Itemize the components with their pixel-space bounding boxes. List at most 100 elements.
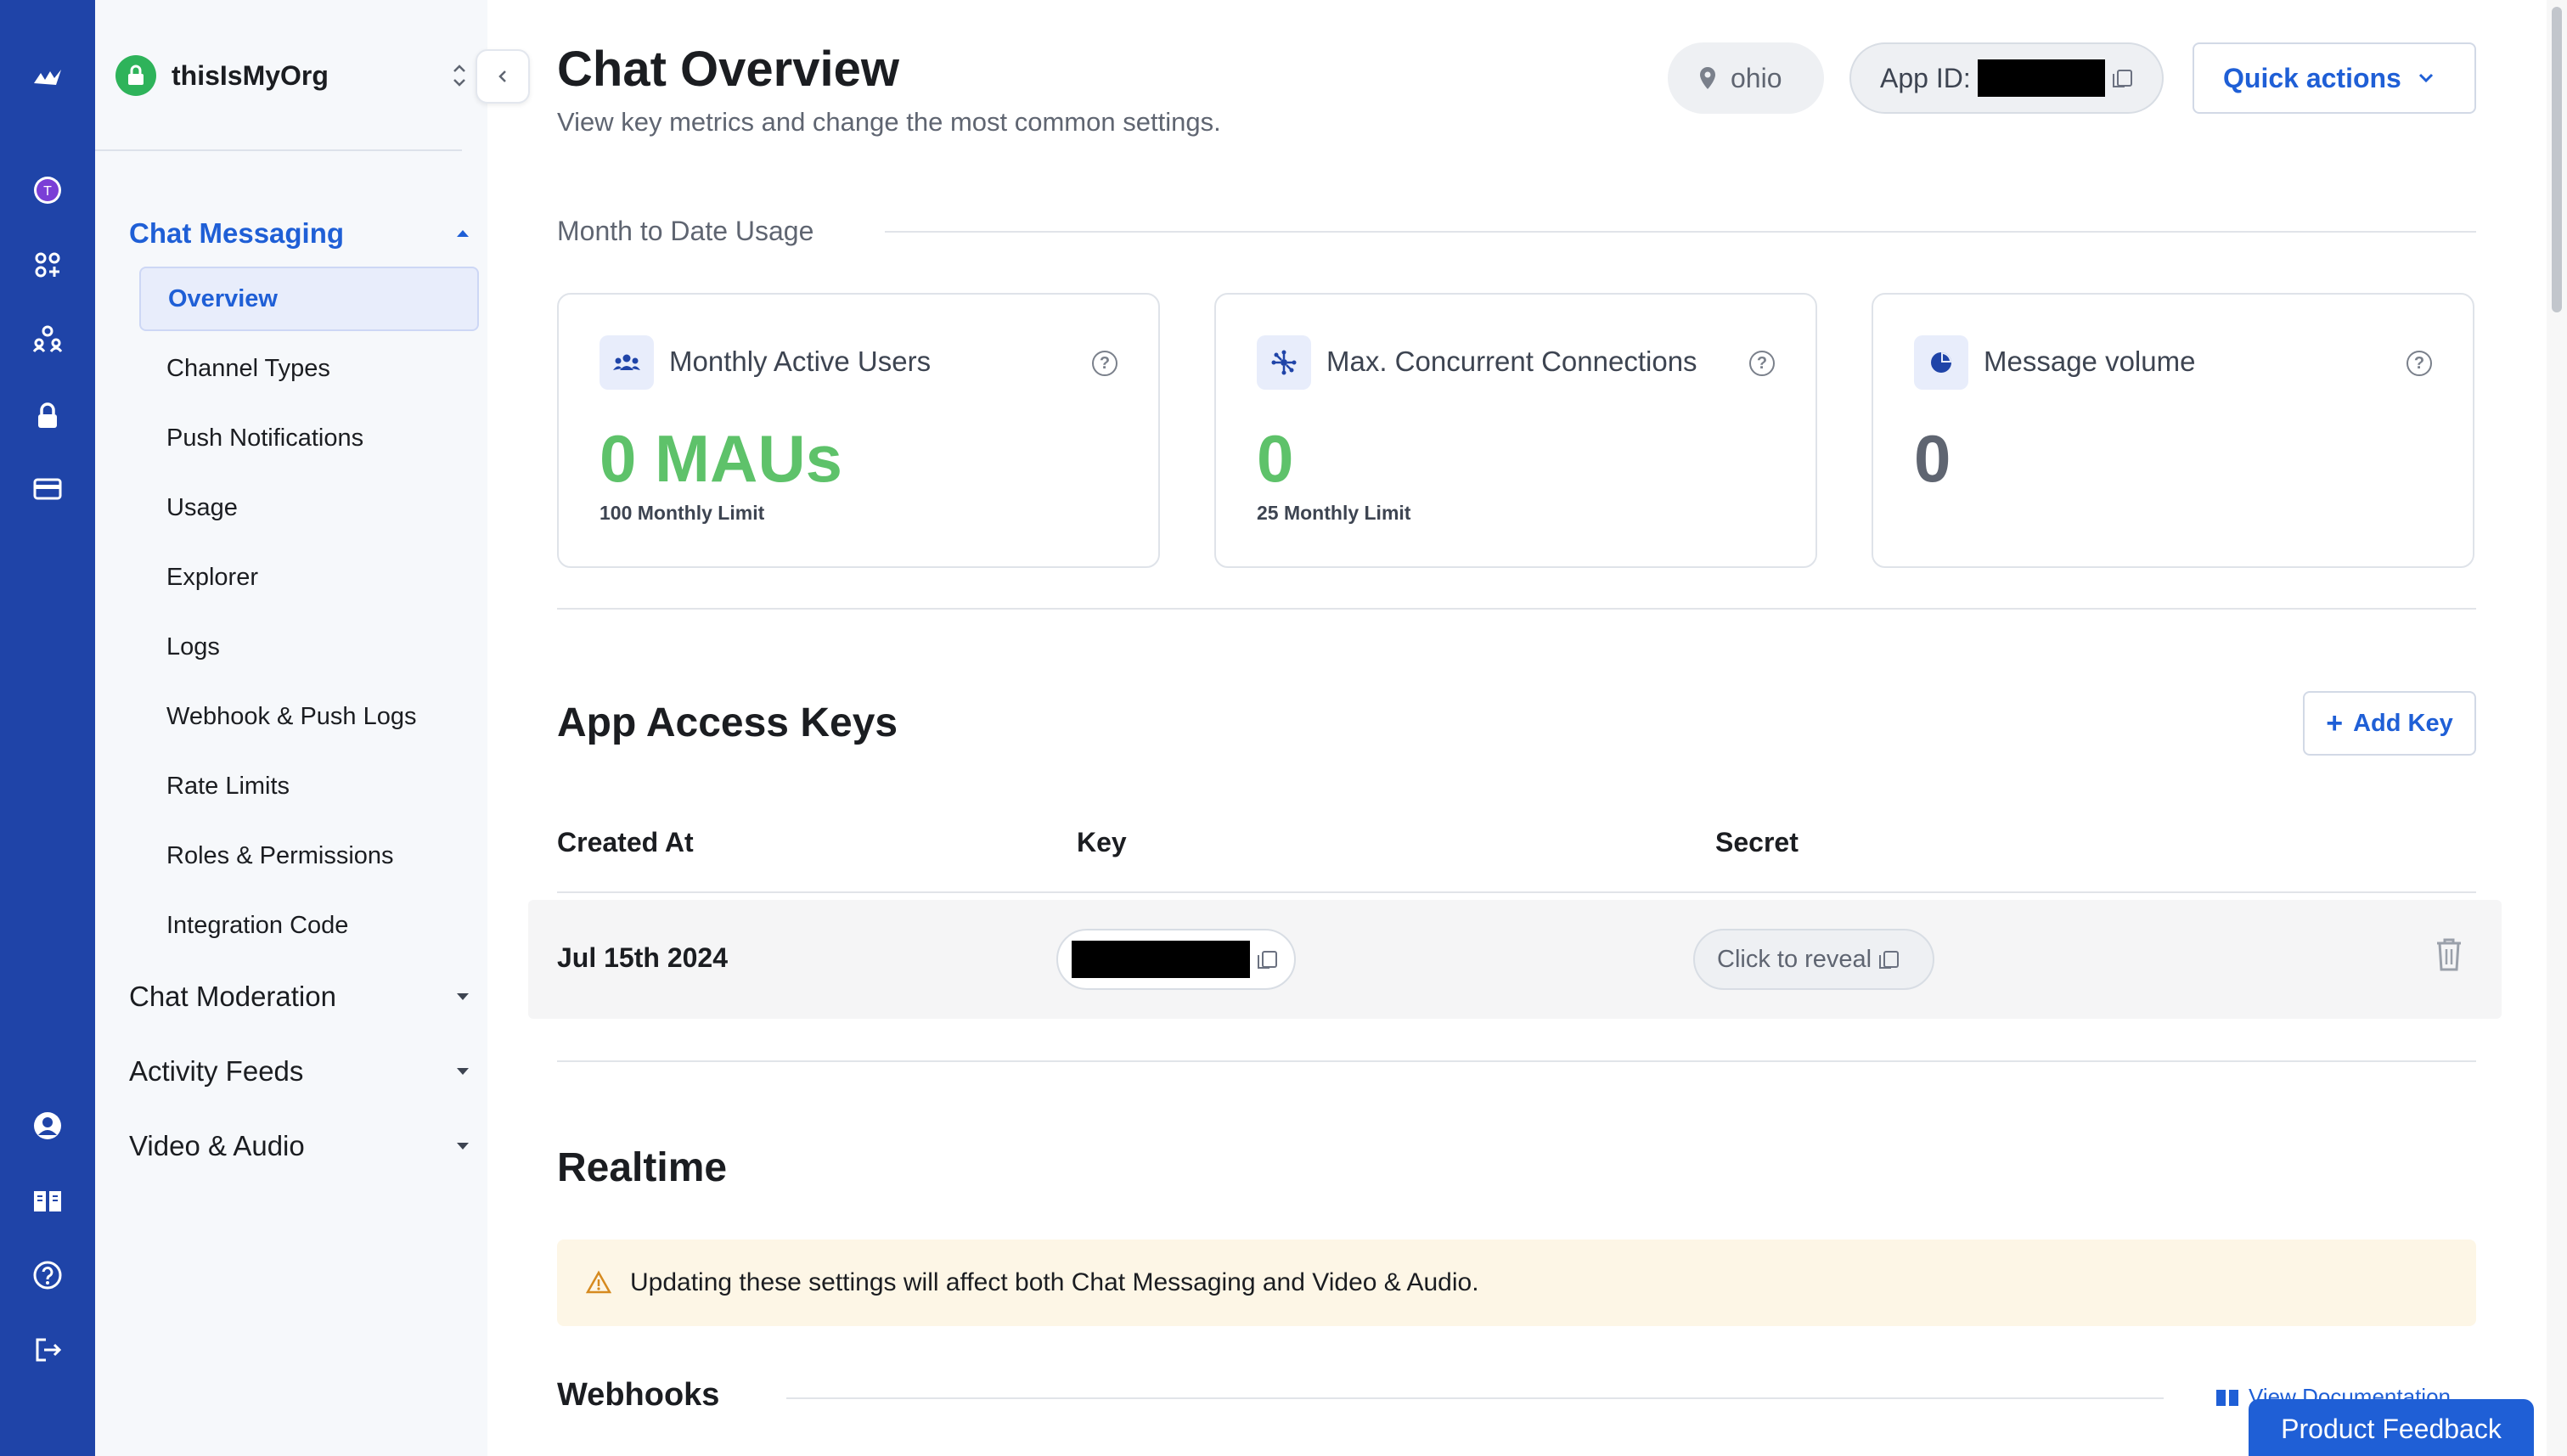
logout-icon[interactable]	[0, 1324, 95, 1375]
section-label: Video & Audio	[129, 1130, 305, 1161]
section-label: Chat Messaging	[129, 217, 345, 249]
team-icon[interactable]	[0, 314, 95, 365]
pie-chart-icon	[1914, 335, 1968, 390]
message-volume-card: Message volume ? 0	[1872, 293, 2474, 568]
sidebar-item-usage[interactable]: Usage	[139, 475, 479, 540]
mau-card: Monthly Active Users ? 0 MAUs 100 Monthl…	[557, 293, 1160, 568]
sidebar-item-explorer[interactable]: Explorer	[139, 545, 479, 610]
card-title: Monthly Active Users	[669, 346, 932, 377]
mau-limit: 100 Monthly Limit	[600, 502, 765, 524]
scrollbar[interactable]	[2547, 0, 2567, 1456]
caret-down-icon	[457, 993, 469, 1000]
sidebar-item-integration-code[interactable]: Integration Code	[139, 893, 479, 958]
stream-logo-icon[interactable]	[0, 53, 95, 104]
app-rail: T	[0, 0, 95, 1456]
warning-text: Updating these settings will affect both…	[630, 1268, 1479, 1296]
usage-section-label: Month to Date Usage	[557, 216, 814, 246]
quick-actions-label: Quick actions	[2223, 62, 2401, 93]
sidebar-item-overview[interactable]: Overview	[139, 267, 479, 331]
org-lock-icon	[115, 55, 156, 96]
sidebar-divider	[95, 149, 462, 151]
copy-icon[interactable]	[2112, 70, 2132, 87]
realtime-warning-banner: Updating these settings will affect both…	[557, 1240, 2476, 1326]
section-video-audio[interactable]: Video & Audio	[129, 1130, 469, 1162]
org-name: thisIsMyOrg	[172, 59, 329, 91]
product-feedback-button[interactable]: Product Feedback	[2249, 1399, 2534, 1456]
apps-icon[interactable]	[0, 239, 95, 290]
quick-actions-button[interactable]: Quick actions	[2193, 42, 2476, 114]
plus-icon: +	[2326, 706, 2344, 739]
docs-book-icon[interactable]	[0, 1175, 95, 1226]
section-activity-feeds[interactable]: Activity Feeds	[129, 1055, 469, 1088]
sidebar-item-rate-limits[interactable]: Rate Limits	[139, 754, 479, 818]
app-id-label: App ID:	[1880, 62, 1971, 93]
section-label: Activity Feeds	[129, 1055, 304, 1087]
mau-value: 0 MAUs	[600, 421, 843, 496]
copy-icon[interactable]	[1258, 951, 1277, 969]
table-header-divider	[557, 891, 2476, 893]
main-content: Chat Overview View key metrics and chang…	[487, 0, 2567, 1456]
sidebar-item-push-notifications[interactable]: Push Notifications	[139, 406, 479, 470]
connections-value: 0	[1257, 421, 1294, 496]
collapse-sidebar-button[interactable]	[476, 49, 530, 104]
sidebar-item-channel-types[interactable]: Channel Types	[139, 336, 479, 401]
add-key-label: Add Key	[2353, 709, 2453, 737]
caret-down-icon	[457, 1143, 469, 1150]
add-key-button[interactable]: + Add Key	[2303, 691, 2476, 756]
column-header-key: Key	[1077, 827, 1127, 857]
concurrent-connections-card: Max. Concurrent Connections ? 0 25 Month…	[1214, 293, 1817, 568]
secret-reveal-pill[interactable]: Click to reveal	[1693, 929, 1934, 990]
network-icon	[1257, 335, 1311, 390]
sidebar-item-logs[interactable]: Logs	[139, 615, 479, 679]
column-header-created-at: Created At	[557, 827, 694, 857]
region-badge: ohio	[1668, 42, 1824, 114]
trash-icon[interactable]	[2432, 936, 2466, 973]
app-id-redacted	[1977, 59, 2105, 97]
location-pin-icon	[1700, 67, 1715, 89]
app-access-keys-title: App Access Keys	[557, 700, 898, 745]
sidebar-item-webhook-push-logs[interactable]: Webhook & Push Logs	[139, 684, 479, 749]
chevron-updown-icon[interactable]	[447, 59, 472, 92]
org-switcher[interactable]: thisIsMyOrg	[115, 51, 481, 100]
section-chat-messaging[interactable]: Chat Messaging	[129, 217, 469, 250]
table-row: Jul 15th 2024 Click to reveal	[528, 900, 2502, 1019]
chevron-down-icon	[2418, 73, 2433, 83]
page-subtitle: View key metrics and change the most com…	[557, 107, 1221, 137]
section-divider	[557, 1060, 2476, 1062]
section-divider	[557, 608, 2476, 610]
realtime-title: Realtime	[557, 1145, 728, 1190]
help-circle-icon[interactable]: ?	[1092, 351, 1117, 376]
caret-down-icon	[457, 1068, 469, 1075]
help-icon[interactable]	[0, 1250, 95, 1301]
key-redacted	[1072, 941, 1250, 978]
chevron-left-icon	[498, 70, 506, 82]
webhooks-title: Webhooks	[557, 1377, 720, 1413]
warning-icon	[586, 1270, 611, 1294]
lock-icon[interactable]	[0, 391, 95, 441]
page-title: Chat Overview	[557, 42, 899, 97]
section-divider	[786, 1397, 2164, 1399]
caret-up-icon	[457, 230, 469, 237]
help-circle-icon[interactable]: ?	[1749, 351, 1775, 376]
app-id-pill[interactable]: App ID:	[1849, 42, 2164, 114]
key-value-pill[interactable]	[1056, 929, 1296, 990]
account-icon[interactable]	[0, 1100, 95, 1151]
message-volume-value: 0	[1914, 421, 1951, 496]
scrollbar-thumb[interactable]	[2552, 7, 2562, 312]
section-chat-moderation[interactable]: Chat Moderation	[129, 981, 469, 1013]
card-title: Max. Concurrent Connections	[1326, 346, 1697, 377]
sidebar: thisIsMyOrg Chat Messaging Overview Chan…	[95, 0, 487, 1456]
user-avatar-icon[interactable]: T	[0, 165, 95, 216]
users-icon	[600, 335, 654, 390]
help-circle-icon[interactable]: ?	[2407, 351, 2432, 376]
card-title: Message volume	[1984, 346, 2196, 377]
region-label: ohio	[1731, 62, 1782, 93]
sidebar-item-roles-permissions[interactable]: Roles & Permissions	[139, 824, 479, 888]
secret-reveal-label: Click to reveal	[1717, 945, 1872, 973]
copy-icon[interactable]	[1879, 951, 1900, 969]
svg-text:T: T	[43, 184, 52, 199]
section-divider	[885, 231, 2476, 233]
column-header-secret: Secret	[1715, 827, 1799, 857]
billing-card-icon[interactable]	[0, 464, 95, 514]
connections-limit: 25 Monthly Limit	[1257, 502, 1411, 524]
